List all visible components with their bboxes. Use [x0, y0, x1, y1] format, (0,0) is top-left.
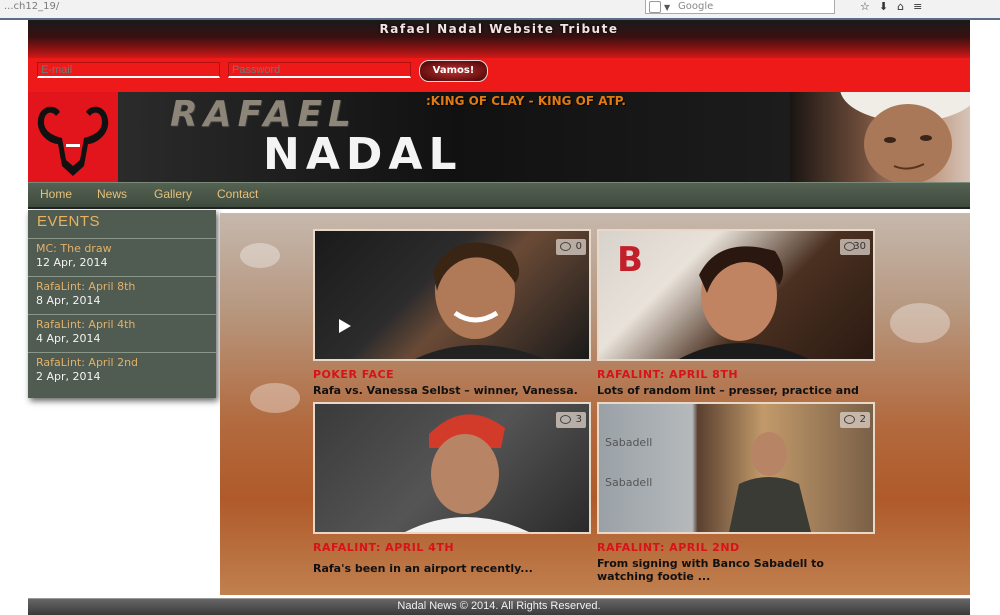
- clay-texture: [240, 243, 280, 268]
- site-title: Rafael Nadal Website Tribute: [379, 22, 619, 36]
- comment-count-badge: 3: [556, 412, 586, 428]
- event-date: 4 Apr, 2014: [36, 332, 101, 345]
- news-thumbnail[interactable]: 0: [313, 229, 591, 361]
- news-label[interactable]: RAFALINT: APRIL 2ND: [597, 541, 740, 554]
- svg-text:Sabadell: Sabadell: [605, 476, 652, 489]
- downloads-icon[interactable]: ⬇: [879, 0, 888, 14]
- news-description[interactable]: From signing with Banco Sabadell to watc…: [597, 557, 875, 583]
- event-title[interactable]: RafaLint: April 2nd: [36, 356, 138, 369]
- clay-texture: [250, 383, 300, 413]
- news-card[interactable]: B 30 RAFALINT: APRIL 8TH Lots of random …: [597, 229, 875, 410]
- event-title[interactable]: MC: The draw: [36, 242, 112, 255]
- search-engine-icon[interactable]: [649, 1, 661, 13]
- nav-gallery[interactable]: Gallery: [154, 187, 192, 201]
- event-date: 12 Apr, 2014: [36, 256, 108, 269]
- news-card[interactable]: 0 POKER FACE Rafa vs. Vanessa Selbst – w…: [313, 229, 591, 399]
- event-title[interactable]: RafaLint: April 8th: [36, 280, 135, 293]
- site-container: Rafael Nadal Website Tribute Vamos! RAFA…: [28, 20, 970, 615]
- comment-count-badge: 0: [556, 239, 586, 255]
- news-grid: 0 POKER FACE Rafa vs. Vanessa Selbst – w…: [220, 213, 970, 595]
- news-thumbnail[interactable]: B 30: [597, 229, 875, 361]
- password-field[interactable]: [228, 62, 411, 78]
- browser-search-box[interactable]: ▼ Google: [645, 0, 835, 14]
- nav-home[interactable]: Home: [40, 187, 72, 201]
- comment-icon: [844, 242, 855, 251]
- news-thumbnail[interactable]: 3: [313, 402, 591, 534]
- login-button[interactable]: Vamos!: [419, 60, 488, 82]
- news-card[interactable]: 3 RAFALINT: APRIL 4TH Rafa's been in an …: [313, 402, 591, 582]
- login-bar: Vamos!: [28, 58, 970, 92]
- event-item[interactable]: RafaLint: April 4th 4 Apr, 2014: [28, 314, 216, 353]
- browser-search-placeholder: Google: [678, 1, 714, 12]
- event-item[interactable]: RafaLint: April 8th 8 Apr, 2014: [28, 276, 216, 315]
- news-label[interactable]: RAFALINT: APRIL 8TH: [597, 368, 738, 381]
- play-icon[interactable]: [339, 319, 351, 333]
- svg-text:B: B: [617, 240, 643, 280]
- news-card[interactable]: Sabadell Sabadell 2 RAFALINT: APRIL 2ND …: [597, 402, 875, 587]
- comment-count: 2: [859, 414, 866, 425]
- main-nav: Home News Gallery Contact: [28, 182, 970, 209]
- chevron-down-icon[interactable]: ▼: [664, 1, 670, 14]
- banner: RAFAEL NADAL :KING OF CLAY - KING OF ATP…: [28, 92, 970, 182]
- event-date: 8 Apr, 2014: [36, 294, 101, 307]
- bull-logo-icon[interactable]: [28, 92, 118, 182]
- browser-toolbar: ...ch12_19/ ▼ Google ☆ ⬇ ⌂ ≡: [0, 0, 1000, 19]
- browser-icons: ☆ ⬇ ⌂ ≡: [860, 0, 922, 14]
- news-description[interactable]: Rafa vs. Vanessa Selbst – winner, Vaness…: [313, 384, 591, 397]
- site-footer: Nadal News © 2014. All Rights Reserved.: [28, 598, 970, 615]
- comment-count: 0: [575, 241, 582, 252]
- event-title[interactable]: RafaLint: April 4th: [36, 318, 135, 331]
- comment-count-badge: 2: [840, 412, 870, 428]
- banner-name-last: NADAL: [263, 129, 463, 180]
- events-sidebar: EVENTS MC: The draw 12 Apr, 2014 RafaLin…: [28, 210, 216, 398]
- comment-icon: [560, 242, 571, 251]
- banner-player-photo: [790, 92, 970, 182]
- home-icon[interactable]: ⌂: [897, 0, 904, 14]
- news-thumbnail[interactable]: Sabadell Sabadell 2: [597, 402, 875, 534]
- site-header: Rafael Nadal Website Tribute: [28, 20, 970, 58]
- email-field[interactable]: [37, 62, 220, 78]
- nav-contact[interactable]: Contact: [217, 187, 258, 201]
- address-bar[interactable]: ...ch12_19/: [0, 0, 63, 13]
- bookmark-star-icon[interactable]: ☆: [860, 0, 870, 14]
- footer-copyright: Nadal News © 2014. All Rights Reserved.: [397, 600, 601, 612]
- event-item[interactable]: MC: The draw 12 Apr, 2014: [28, 238, 216, 277]
- comment-icon: [844, 415, 855, 424]
- comment-icon: [560, 415, 571, 424]
- comment-count-badge: 30: [840, 239, 870, 255]
- clay-texture: [890, 303, 950, 343]
- news-label[interactable]: POKER FACE: [313, 368, 394, 381]
- event-item[interactable]: RafaLint: April 2nd 2 Apr, 2014: [28, 352, 216, 391]
- news-label[interactable]: RAFALINT: APRIL 4TH: [313, 541, 454, 554]
- nav-news[interactable]: News: [97, 187, 127, 201]
- event-date: 2 Apr, 2014: [36, 370, 101, 383]
- banner-tagline: :KING OF CLAY - KING OF ATP.: [426, 94, 626, 108]
- news-description[interactable]: Rafa's been in an airport recently...: [313, 562, 591, 575]
- events-title: EVENTS: [37, 213, 101, 230]
- menu-icon[interactable]: ≡: [913, 0, 922, 14]
- svg-text:Sabadell: Sabadell: [605, 436, 652, 449]
- comment-count: 30: [853, 241, 866, 252]
- comment-count: 3: [575, 414, 582, 425]
